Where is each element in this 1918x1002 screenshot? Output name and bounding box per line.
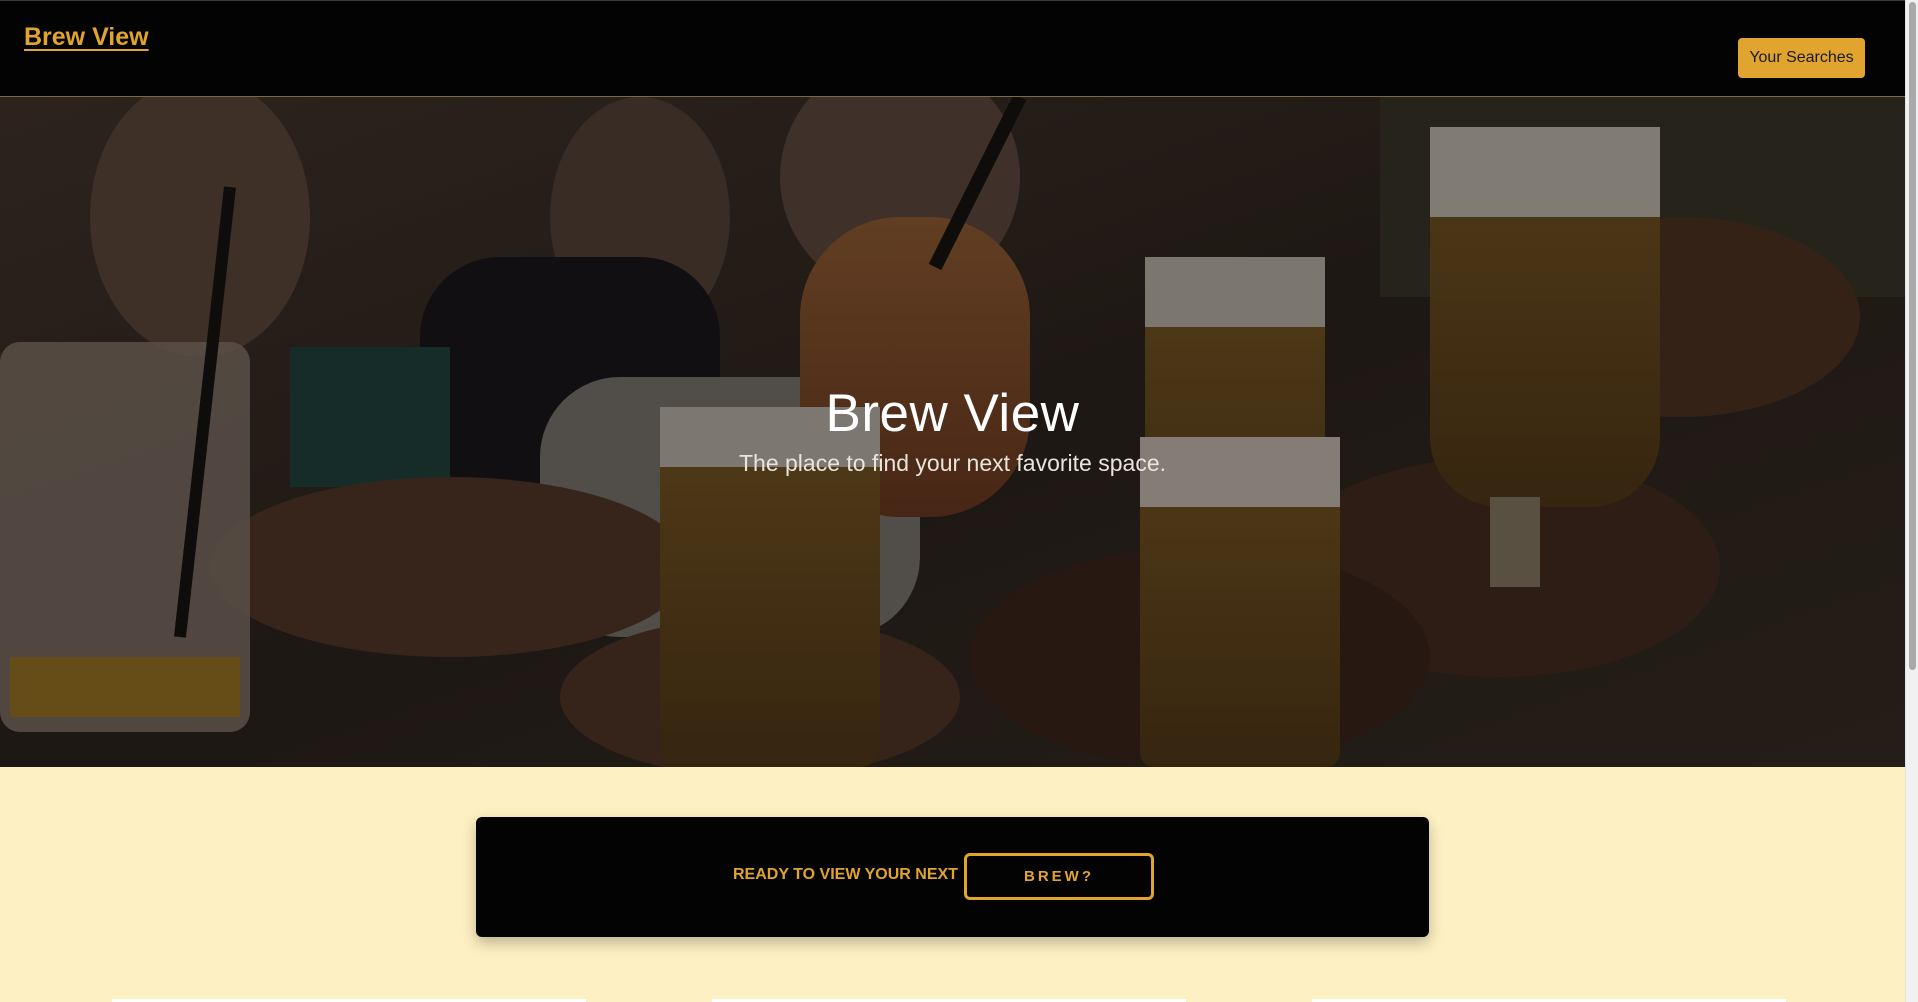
hero-text: Brew View The place to find your next fa… [0,384,1905,477]
brew-button[interactable]: BREW? [964,853,1154,900]
brand-link[interactable]: Brew View [24,23,149,52]
navbar: Brew View Your Searches [0,0,1905,97]
hero-subtitle: The place to find your next favorite spa… [738,450,1167,476]
cta-label: READY TO VIEW YOUR NEXT [733,866,958,883]
hero-title: Brew View [825,384,1080,443]
your-searches-button[interactable]: Your Searches [1738,38,1865,78]
scrollbar-thumb[interactable] [1909,2,1916,670]
cta-panel: READY TO VIEW YOUR NEXT BREW? [476,817,1429,937]
page: Brew View Your Searches Brew View The pl… [0,0,1905,1002]
hero-banner: Brew View The place to find your next fa… [0,97,1905,767]
page-scrollbar[interactable] [1905,0,1918,1002]
